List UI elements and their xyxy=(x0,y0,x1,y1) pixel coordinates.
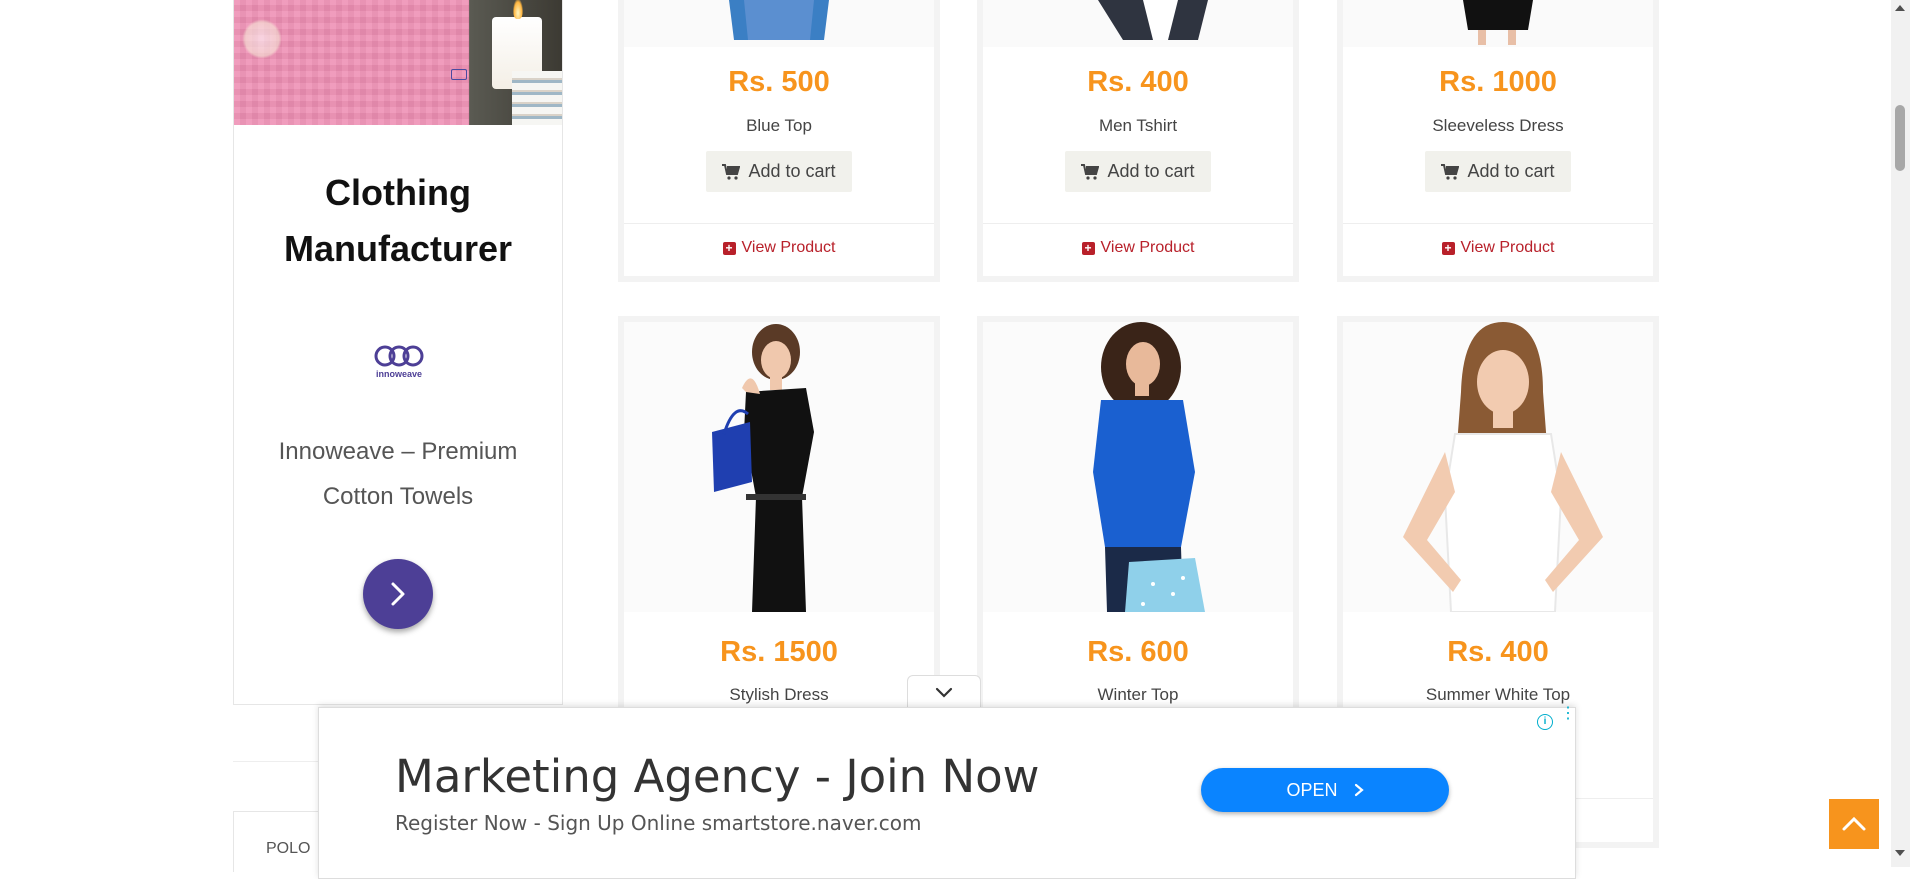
cart-icon xyxy=(1441,163,1460,180)
info-icon[interactable]: i xyxy=(1537,714,1553,730)
product-name: Stylish Dress xyxy=(729,685,829,704)
scrollbar-thumb[interactable] xyxy=(1895,105,1905,171)
product-price: Rs. 1500 xyxy=(720,636,838,668)
product-name: Summer White Top xyxy=(1425,685,1571,704)
chevron-right-icon xyxy=(391,582,405,606)
chevron-up-icon xyxy=(1842,816,1866,831)
product-price: Rs. 400 xyxy=(1447,636,1549,668)
sidebar-ad-card[interactable]: Clothing Manufacturer innoweave Innoweav… xyxy=(233,0,563,705)
divider xyxy=(624,223,934,224)
more-vertical-icon[interactable]: ⋮ xyxy=(1560,706,1576,722)
divider xyxy=(983,223,1293,224)
view-product-link[interactable]: + View Product xyxy=(624,239,934,257)
product-price: Rs. 1000 xyxy=(1439,66,1557,98)
product-image xyxy=(624,322,934,612)
product-card: Rs. 500 Blue Top Add to cart + View Prod… xyxy=(618,0,940,282)
plus-square-icon: + xyxy=(1441,241,1455,255)
sidebar-ad-title: Clothing Manufacturer xyxy=(283,172,513,269)
ad-open-label: OPEN xyxy=(1286,779,1338,800)
sidebar-ad-description: Innoweave – Premium Cotton Towels xyxy=(278,438,518,510)
view-product-link[interactable]: + View Product xyxy=(1343,239,1653,257)
add-to-cart-button[interactable]: Add to cart xyxy=(706,151,852,192)
ad-collapse-button[interactable] xyxy=(907,675,981,709)
product-image xyxy=(1343,0,1653,47)
cart-icon xyxy=(1081,163,1100,180)
view-product-link[interactable]: + View Product xyxy=(983,239,1293,257)
product-image xyxy=(624,0,934,47)
scroll-down-arrow-icon[interactable] xyxy=(1895,850,1905,858)
product-name: Men Tshirt xyxy=(1098,116,1178,135)
ad-headline[interactable]: Marketing Agency - Join Now xyxy=(395,750,1039,803)
plus-square-icon: + xyxy=(722,241,736,255)
product-card: Rs. 1000 Sleeveless Dress Add to cart + … xyxy=(1337,0,1659,282)
divider xyxy=(1343,223,1653,224)
innoweave-logo: innoweave xyxy=(374,345,424,379)
chevron-right-icon xyxy=(1354,783,1364,797)
product-image xyxy=(983,322,1293,612)
back-to-top-button[interactable] xyxy=(1829,799,1879,849)
view-product-label: View Product xyxy=(1460,239,1555,256)
ad-open-button[interactable]: OPEN xyxy=(1201,768,1449,812)
towel-product-image xyxy=(234,0,562,125)
product-card: Rs. 400 Men Tshirt Add to cart + View Pr… xyxy=(977,0,1299,282)
scroll-up-arrow-icon[interactable] xyxy=(1895,3,1905,11)
product-price: Rs. 500 xyxy=(728,66,830,98)
product-image xyxy=(1343,322,1653,612)
ad-subtext[interactable]: Register Now - Sign Up Online smartstore… xyxy=(395,811,921,835)
product-price: Rs. 400 xyxy=(1087,66,1189,98)
add-to-cart-label: Add to cart xyxy=(1107,161,1195,181)
product-name: Winter Top xyxy=(1097,685,1179,704)
add-to-cart-button[interactable]: Add to cart xyxy=(1065,151,1211,192)
add-to-cart-label: Add to cart xyxy=(1467,161,1555,181)
bottom-ad-banner[interactable]: i ⋮ Marketing Agency - Join Now Register… xyxy=(318,706,1576,879)
product-name: Blue Top xyxy=(746,116,812,135)
product-price: Rs. 600 xyxy=(1087,636,1189,668)
view-product-label: View Product xyxy=(1100,239,1195,256)
category-tab-label: POLO xyxy=(266,840,311,857)
cart-icon xyxy=(722,163,741,180)
brand-name: innoweave xyxy=(376,369,422,379)
add-to-cart-label: Add to cart xyxy=(748,161,836,181)
plus-square-icon: + xyxy=(1081,241,1095,255)
product-image xyxy=(983,0,1293,47)
product-name: Sleeveless Dress xyxy=(1432,116,1564,135)
sidebar-ad-next-button[interactable] xyxy=(363,559,433,629)
add-to-cart-button[interactable]: Add to cart xyxy=(1425,151,1571,192)
chevron-down-icon xyxy=(935,687,953,698)
view-product-label: View Product xyxy=(741,239,836,256)
